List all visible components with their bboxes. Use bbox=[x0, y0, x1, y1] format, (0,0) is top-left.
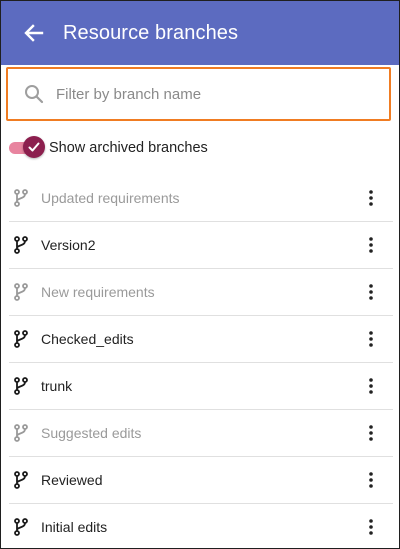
resource-branches-panel: Resource branches Show archived branches bbox=[0, 0, 400, 549]
more-vert-icon bbox=[369, 425, 373, 441]
more-options-button[interactable] bbox=[361, 423, 381, 443]
branch-icon bbox=[11, 283, 31, 301]
branch-row[interactable]: Version2 bbox=[9, 222, 393, 269]
branch-icon bbox=[11, 471, 31, 489]
arrow-left-icon bbox=[24, 23, 44, 43]
branch-row[interactable]: trunk bbox=[9, 363, 393, 410]
branch-list: Updated requirements Version2 New requir… bbox=[9, 175, 393, 548]
branch-icon bbox=[11, 424, 31, 442]
more-vert-icon bbox=[369, 472, 373, 488]
more-vert-icon bbox=[369, 190, 373, 206]
branch-icon bbox=[11, 236, 31, 254]
branch-name: Reviewed bbox=[41, 472, 103, 488]
more-vert-icon bbox=[369, 284, 373, 300]
check-icon bbox=[27, 140, 41, 154]
branch-name: trunk bbox=[41, 378, 73, 394]
filter-field[interactable] bbox=[6, 67, 391, 121]
branch-row[interactable]: Suggested edits bbox=[9, 410, 393, 457]
branch-icon bbox=[11, 518, 31, 536]
toggle-thumb bbox=[23, 136, 45, 158]
branch-icon bbox=[11, 189, 31, 207]
more-options-button[interactable] bbox=[361, 517, 381, 537]
more-options-button[interactable] bbox=[361, 376, 381, 396]
filter-input[interactable] bbox=[56, 85, 356, 103]
more-vert-icon bbox=[369, 519, 373, 535]
more-options-button[interactable] bbox=[361, 329, 381, 349]
branch-name: Checked_edits bbox=[41, 331, 134, 347]
search-icon bbox=[24, 84, 44, 104]
branch-icon bbox=[11, 330, 31, 348]
branch-name: Initial edits bbox=[41, 519, 108, 535]
page-title: Resource branches bbox=[63, 21, 239, 44]
branch-row[interactable]: Checked_edits bbox=[9, 316, 393, 363]
branch-row[interactable]: New requirements bbox=[9, 269, 393, 316]
branch-row[interactable]: Updated requirements bbox=[9, 175, 393, 222]
show-archived-row: Show archived branches bbox=[9, 135, 208, 161]
more-options-button[interactable] bbox=[361, 470, 381, 490]
more-options-button[interactable] bbox=[361, 235, 381, 255]
back-button[interactable] bbox=[21, 20, 47, 46]
branch-name: New requirements bbox=[41, 284, 155, 300]
more-vert-icon bbox=[369, 378, 373, 394]
show-archived-label: Show archived branches bbox=[49, 140, 208, 156]
branch-name: Version2 bbox=[41, 237, 96, 253]
more-vert-icon bbox=[369, 331, 373, 347]
branch-name: Updated requirements bbox=[41, 190, 180, 206]
branch-name: Suggested edits bbox=[41, 425, 142, 441]
branch-row[interactable]: Initial edits bbox=[9, 504, 393, 548]
branch-icon bbox=[11, 377, 31, 395]
more-vert-icon bbox=[369, 237, 373, 253]
more-options-button[interactable] bbox=[361, 282, 381, 302]
branch-row[interactable]: Reviewed bbox=[9, 457, 393, 504]
app-header: Resource branches bbox=[1, 1, 399, 65]
more-options-button[interactable] bbox=[361, 188, 381, 208]
show-archived-toggle[interactable] bbox=[9, 135, 45, 161]
